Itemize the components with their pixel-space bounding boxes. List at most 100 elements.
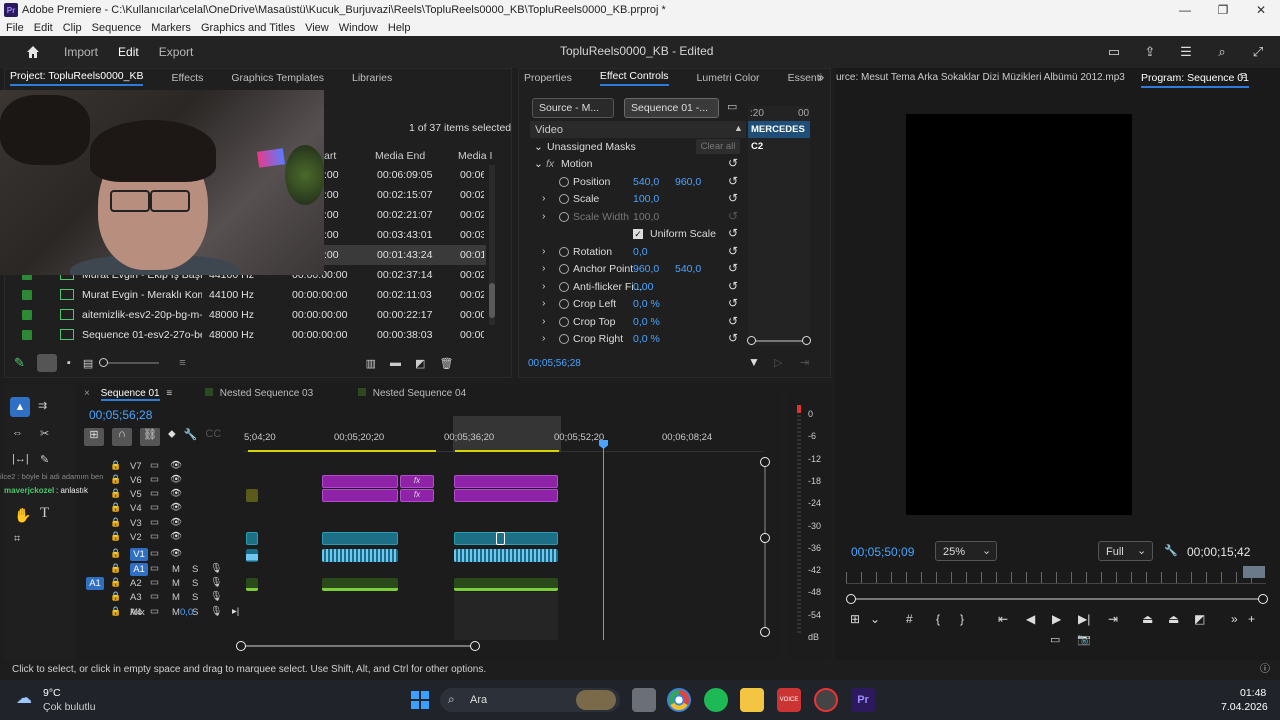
- track-label[interactable]: V7: [130, 461, 142, 472]
- pen-icon[interactable]: ✎: [40, 453, 49, 466]
- lift-icon[interactable]: ⏏: [1142, 612, 1153, 626]
- eye-icon[interactable]: 👁: [170, 517, 182, 528]
- marker-icon[interactable]: ⊞: [850, 612, 860, 626]
- list-item[interactable]: Murat Evgin - Meraklı Kome 44100 Hz 00:0…: [16, 285, 486, 305]
- more-tabs-icon[interactable]: »: [818, 72, 824, 84]
- property-value[interactable]: 100,0: [633, 193, 659, 205]
- go-to-in-icon[interactable]: ⇤: [998, 612, 1008, 626]
- source-tab[interactable]: urce: Mesut Tema Arka Sokaklar Dizi Müzi…: [836, 72, 1136, 83]
- clock-time[interactable]: 01:48: [1240, 687, 1266, 699]
- label-color-swatch[interactable]: [22, 290, 32, 300]
- tab-effect-controls[interactable]: Effect Controls: [599, 70, 669, 86]
- mute-button[interactable]: M: [172, 564, 180, 575]
- linked-selection-icon[interactable]: ⛓: [140, 428, 160, 446]
- tab-export[interactable]: Export: [159, 45, 194, 59]
- info-icon[interactable]: ⓘ: [1260, 660, 1270, 680]
- play-audio-icon[interactable]: ▷: [774, 356, 782, 369]
- effect-property-row[interactable]: › Crop Top 0,0 % ↺: [530, 314, 746, 331]
- property-value[interactable]: 0,0 %: [633, 298, 660, 310]
- solo-button[interactable]: S: [192, 564, 198, 575]
- eye-icon[interactable]: 👁: [170, 502, 182, 513]
- clip-indicator[interactable]: [797, 405, 801, 413]
- mark-in-icon[interactable]: {: [936, 612, 940, 626]
- share-icon[interactable]: ⇪: [1142, 44, 1158, 60]
- track-select-icon[interactable]: ⇉: [38, 399, 47, 412]
- sync-lock-icon[interactable]: ▭: [150, 460, 159, 471]
- tab-nested-sequence-04[interactable]: Nested Sequence 04: [373, 388, 466, 399]
- step-back-icon[interactable]: ◀: [1026, 612, 1035, 626]
- weather-desc[interactable]: Çok bulutlu: [43, 701, 96, 713]
- video-clip-v5[interactable]: [454, 475, 558, 488]
- tab-graphics-templates[interactable]: Graphics Templates: [231, 72, 324, 84]
- playhead[interactable]: [603, 440, 604, 640]
- video-clip-v5[interactable]: [322, 475, 398, 488]
- selection-tool-icon[interactable]: ▲: [10, 397, 30, 417]
- effect-property-row[interactable]: › Anchor Point 960,0 540,0 ↺: [530, 261, 746, 278]
- source-clip-button[interactable]: Source - M...: [532, 98, 614, 118]
- eye-icon[interactable]: 👁: [170, 488, 182, 499]
- lock-icon[interactable]: 🔒: [110, 502, 121, 513]
- tab-lumetri-color[interactable]: Lumetri Color: [697, 72, 760, 84]
- eye-icon[interactable]: 👁: [170, 474, 182, 485]
- collapse-icon[interactable]: ▲: [734, 123, 743, 133]
- solo-button[interactable]: S: [192, 578, 198, 589]
- safe-margins-icon[interactable]: ▭: [1050, 633, 1060, 646]
- microphone-icon[interactable]: 🎙: [210, 577, 222, 588]
- property-value[interactable]: 0,0 %: [633, 316, 660, 328]
- close-icon[interactable]: ×: [84, 388, 90, 399]
- menu-clip[interactable]: Clip: [63, 22, 82, 34]
- captions-icon[interactable]: CC: [205, 428, 221, 446]
- stopwatch-icon[interactable]: [559, 299, 569, 309]
- sync-lock-icon[interactable]: ▭: [150, 502, 159, 513]
- video-clip-v1[interactable]: [322, 532, 398, 545]
- masks-row[interactable]: ⌄ Unassigned Masks Clear all: [530, 139, 746, 156]
- fx-icon[interactable]: fx: [546, 158, 554, 170]
- chrome-icon[interactable]: [667, 688, 691, 712]
- mark-out-icon[interactable]: }: [960, 612, 964, 626]
- timeline-zoom-bar[interactable]: [236, 641, 480, 651]
- premiere-taskbar-icon[interactable]: Pr: [851, 688, 875, 712]
- tab-effects[interactable]: Effects: [171, 72, 203, 84]
- playhead-timecode[interactable]: 00;05;50;09: [851, 545, 914, 559]
- tab-nested-sequence-03[interactable]: Nested Sequence 03: [220, 388, 313, 399]
- chevron-right-icon[interactable]: ›: [542, 315, 546, 327]
- eye-icon[interactable]: 👁: [170, 548, 182, 559]
- new-item-icon[interactable]: ◩: [415, 357, 425, 370]
- tab-program[interactable]: Program: Sequence 01: [1141, 72, 1249, 88]
- program-zoom-bar[interactable]: [846, 594, 1268, 604]
- menu-window[interactable]: Window: [339, 22, 378, 34]
- extract-icon[interactable]: ⏏: [1168, 612, 1179, 626]
- video-clip-v1[interactable]: [454, 532, 558, 545]
- audio-clip-a1[interactable]: [454, 549, 558, 562]
- reset-icon[interactable]: ↺: [728, 314, 738, 328]
- program-time-ruler[interactable]: [846, 572, 1266, 584]
- reset-icon[interactable]: ↺: [728, 244, 738, 258]
- motion-row[interactable]: ⌄ fx Motion ↺: [530, 156, 746, 173]
- nest-toggle-icon[interactable]: ⊞: [84, 428, 104, 446]
- icon-view-icon[interactable]: ▪: [67, 357, 71, 369]
- zoom-slider[interactable]: [99, 358, 160, 367]
- ripple-edit-icon[interactable]: ⇔: [12, 427, 23, 439]
- sync-lock-icon[interactable]: ▭: [150, 563, 159, 574]
- track-header-a1[interactable]: 🔒 A1 ▭ M S 🎙: [80, 563, 240, 577]
- track-header-v4[interactable]: 🔒 V4 ▭ 👁: [80, 502, 240, 516]
- wrench-icon[interactable]: 🔧: [1164, 544, 1178, 557]
- toggle-timeline-icon[interactable]: ▭: [727, 100, 737, 113]
- filter-icon[interactable]: ▼: [748, 355, 760, 369]
- slip-tool-icon[interactable]: |↔|: [12, 453, 29, 465]
- play-icon[interactable]: ▶: [1052, 612, 1061, 626]
- property-value[interactable]: 0,0: [633, 246, 648, 258]
- clear-all-button[interactable]: Clear all: [696, 139, 740, 154]
- tab-edit[interactable]: Edit: [118, 45, 139, 59]
- mix-value[interactable]: 0,0: [180, 607, 193, 618]
- track-label[interactable]: V1: [130, 548, 148, 561]
- tab-libraries[interactable]: Libraries: [352, 72, 392, 84]
- tab-project[interactable]: Project: TopluReels0000_KB: [10, 70, 144, 86]
- stopwatch-icon[interactable]: [559, 282, 569, 292]
- chevron-right-icon[interactable]: ›: [542, 297, 546, 309]
- stopwatch-icon[interactable]: [559, 177, 569, 187]
- microphone-icon[interactable]: 🎙: [210, 591, 222, 602]
- effect-property-row[interactable]: Position 540,0 960,0 ↺: [530, 174, 746, 191]
- effect-property-row[interactable]: › Scale 100,0 ↺: [530, 191, 746, 208]
- property-value[interactable]: 540,0: [633, 176, 659, 188]
